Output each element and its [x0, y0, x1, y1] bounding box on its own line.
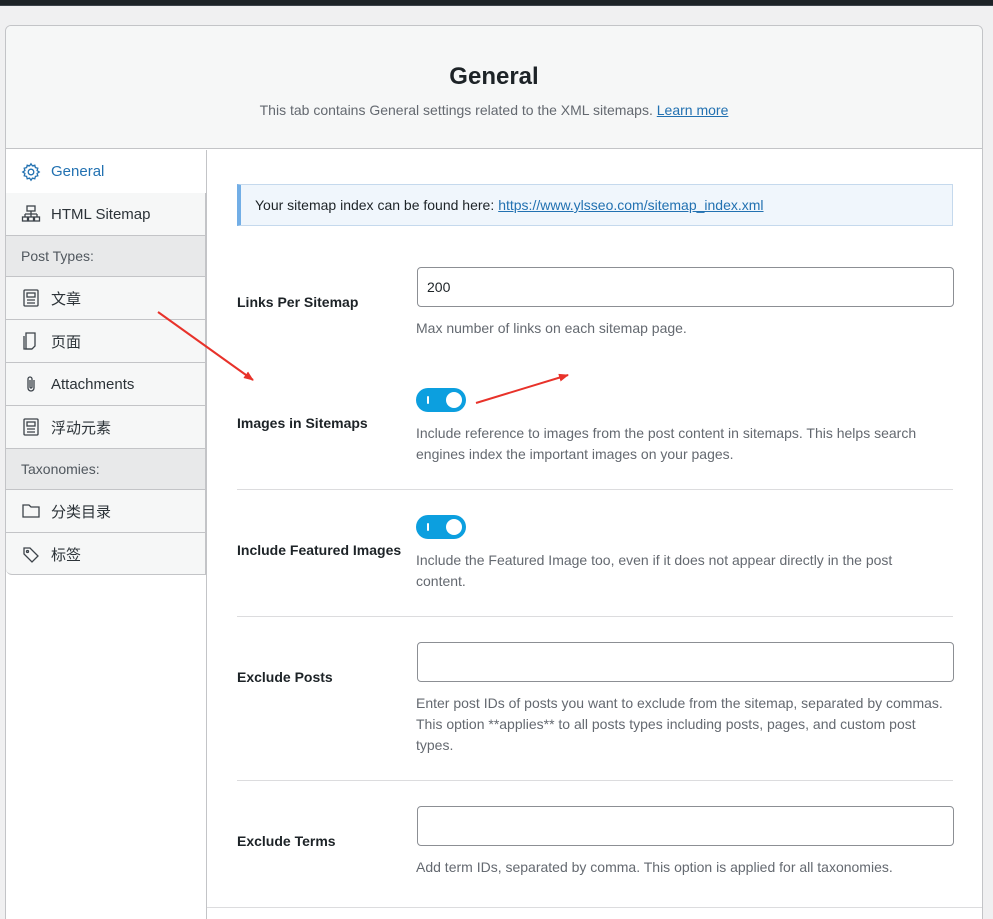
page-description: This tab contains General settings relat…	[6, 102, 982, 118]
admin-top-bar	[0, 0, 993, 6]
links-per-sitemap-description: Max number of links on each sitemap page…	[416, 320, 687, 336]
description-line: content.	[416, 573, 466, 589]
exclude-terms-description: Add term IDs, separated by comma. This o…	[416, 859, 893, 875]
toggle-on-indicator	[427, 396, 429, 404]
folder-icon	[21, 501, 41, 521]
sidebar-nav: General HTML Sitemap Post Types: 文章 页面 A…	[6, 150, 206, 575]
post-icon	[21, 288, 41, 308]
description-line: engines index the important images on yo…	[416, 446, 734, 462]
sidebar-item-posts[interactable]: 文章	[6, 277, 205, 320]
images-in-sitemaps-label: Images in Sitemaps	[237, 415, 368, 431]
sidebar-item-general[interactable]: General	[6, 150, 206, 193]
content-bottom-divider	[207, 907, 982, 908]
page-icon	[21, 331, 41, 351]
exclude-terms-label: Exclude Terms	[237, 833, 336, 849]
sitemap-index-notice: Your sitemap index can be found here: ht…	[237, 184, 953, 226]
paperclip-icon	[21, 374, 41, 394]
exclude-posts-description: Enter post IDs of posts you want to excl…	[416, 693, 956, 756]
images-in-sitemaps-description: Include reference to images from the pos…	[416, 423, 956, 465]
toggle-on-indicator	[427, 523, 429, 531]
sitemap-icon	[21, 204, 41, 224]
toggle-knob	[446, 519, 462, 535]
include-featured-images-label: Include Featured Images	[237, 542, 402, 558]
learn-more-link[interactable]: Learn more	[657, 102, 729, 118]
description-line: types.	[416, 737, 454, 753]
section-divider	[237, 616, 953, 617]
sidebar-item-pages[interactable]: 页面	[6, 320, 205, 363]
section-divider	[237, 780, 953, 781]
sidebar-item-html-sitemap[interactable]: HTML Sitemap	[6, 193, 205, 236]
sidebar-item-label: 页面	[51, 333, 82, 351]
toggle-knob	[446, 392, 462, 408]
exclude-posts-input[interactable]	[417, 642, 954, 682]
page-header: General This tab contains General settin…	[6, 26, 982, 149]
sidebar-item-label: Attachments	[51, 375, 135, 393]
sidebar-item-tags[interactable]: 标签	[6, 533, 205, 576]
sidebar-item-categories[interactable]: 分类目录	[6, 490, 205, 533]
tag-icon	[21, 545, 41, 565]
sidebar-item-label: 标签	[51, 547, 82, 564]
links-per-sitemap-label: Links Per Sitemap	[237, 294, 359, 310]
sitemap-index-link[interactable]: https://www.ylsseo.com/sitemap_index.xml	[498, 197, 763, 213]
page-description-text: This tab contains General settings relat…	[259, 102, 653, 118]
sidebar-item-label: 分类目录	[51, 503, 112, 521]
notice-text: Your sitemap index can be found here:	[255, 197, 495, 213]
images-in-sitemaps-toggle[interactable]	[416, 388, 466, 412]
sidebar-item-label: 文章	[51, 290, 82, 308]
exclude-terms-input[interactable]	[417, 806, 954, 846]
sidebar-item-floating-elements[interactable]: 浮动元素	[6, 406, 205, 449]
sidebar-item-label: 浮动元素	[51, 419, 112, 437]
sidebar-item-label: General	[51, 163, 105, 180]
include-featured-images-toggle[interactable]	[416, 515, 466, 539]
description-line: This option **applies** to all posts typ…	[416, 716, 916, 732]
description-line: Enter post IDs of posts you want to excl…	[416, 695, 943, 711]
settings-content: Your sitemap index can be found here: ht…	[206, 150, 982, 919]
post-icon	[21, 417, 41, 437]
section-divider	[237, 489, 953, 490]
links-per-sitemap-input[interactable]	[417, 267, 954, 307]
gear-icon	[21, 162, 41, 182]
page-title: General	[449, 63, 539, 90]
exclude-posts-label: Exclude Posts	[237, 669, 333, 685]
description-line: Include the Featured Image too, even if …	[416, 552, 893, 568]
taxonomies-heading: Taxonomies:	[6, 449, 205, 490]
include-featured-images-description: Include the Featured Image too, even if …	[416, 550, 956, 592]
sidebar-item-label: HTML Sitemap	[51, 205, 151, 223]
settings-panel: General This tab contains General settin…	[5, 25, 983, 919]
description-line: Include reference to images from the pos…	[416, 425, 917, 441]
sidebar-item-attachments[interactable]: Attachments	[6, 363, 205, 406]
post-types-heading: Post Types:	[6, 236, 205, 277]
